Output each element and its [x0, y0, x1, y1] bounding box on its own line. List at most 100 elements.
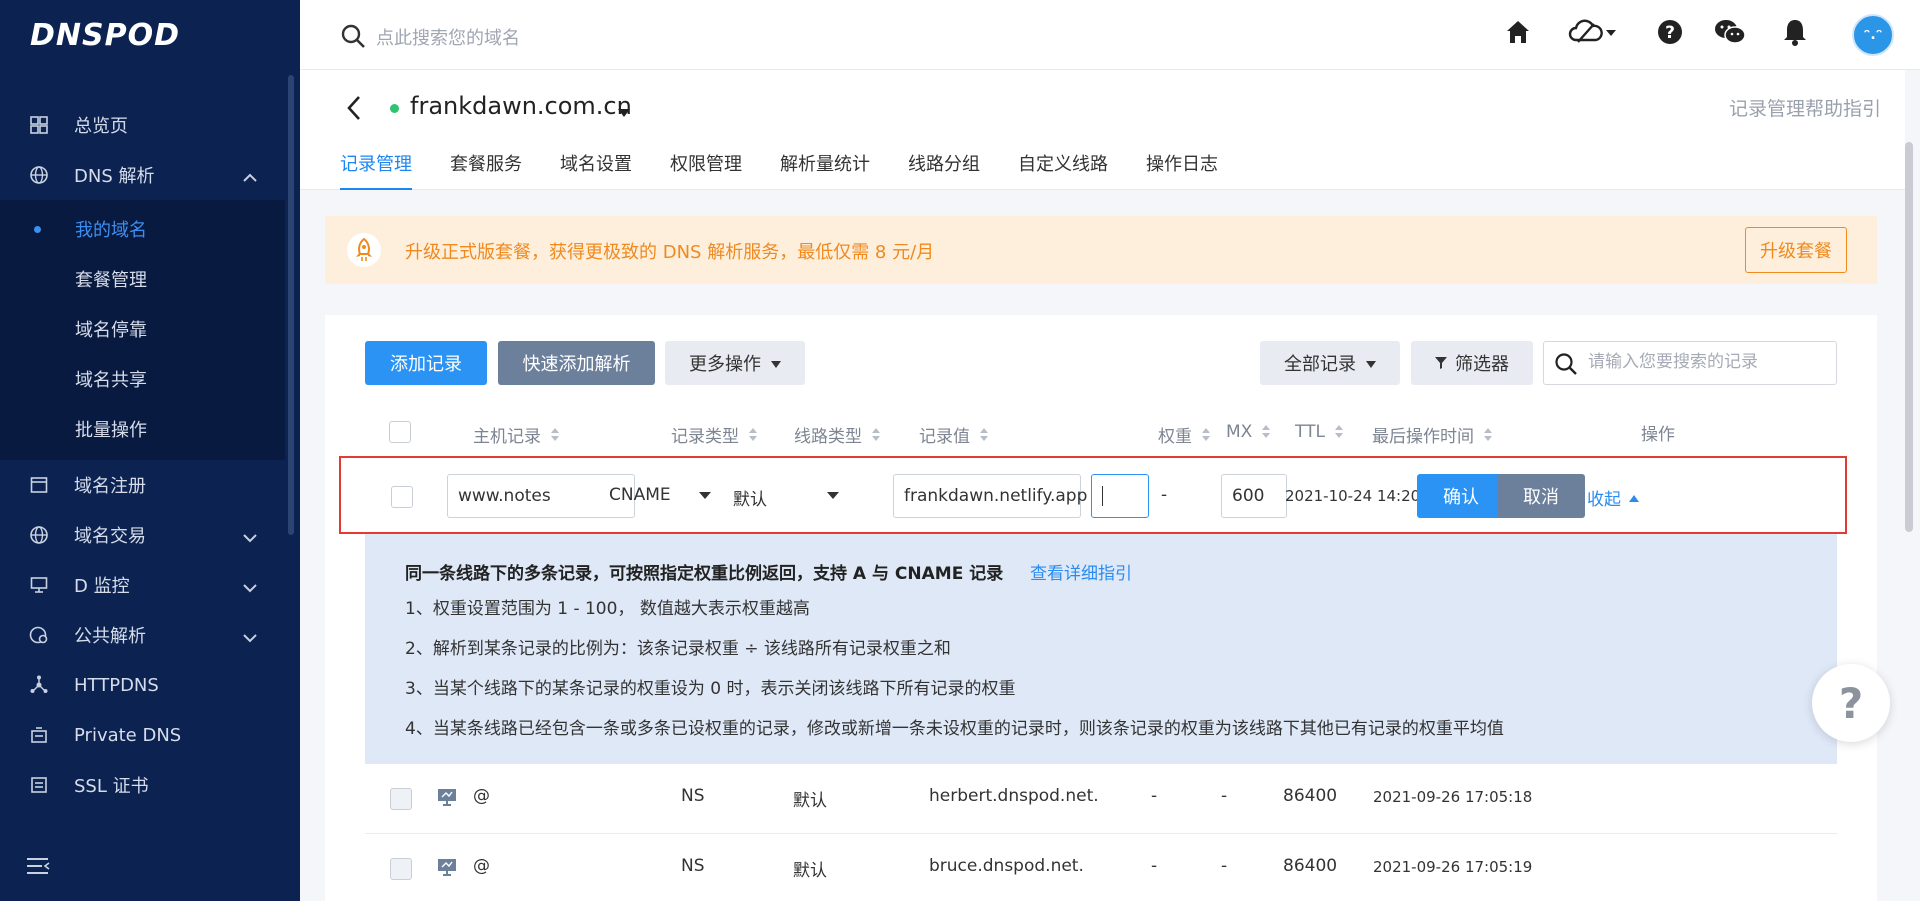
th-line[interactable]: 线路类型: [794, 422, 880, 447]
th-value[interactable]: 记录值: [919, 422, 988, 447]
ttl-field[interactable]: 600: [1221, 474, 1287, 518]
tab-records[interactable]: 记录管理: [340, 150, 412, 190]
sidebar-item-parking[interactable]: 域名停靠: [0, 304, 285, 354]
domain-search-input[interactable]: 点此搜索您的域名: [376, 24, 520, 50]
record-search-input[interactable]: [1588, 352, 1828, 372]
add-record-button[interactable]: 添加记录: [365, 341, 487, 385]
help-fab-button[interactable]: ?: [1812, 664, 1890, 742]
quick-add-button[interactable]: 快速添加解析: [498, 341, 655, 385]
topbar: 点此搜索您的域名 ? ᵔ.ᵔ: [300, 0, 1920, 70]
sidebar-item-my-domains[interactable]: 我的域名: [0, 204, 285, 254]
th-ttl[interactable]: TTL: [1295, 422, 1343, 442]
sidebar-item-batch[interactable]: 批量操作: [0, 404, 285, 454]
record-search-box: [1543, 341, 1837, 385]
row-checkbox[interactable]: [390, 788, 412, 810]
cell-weight: -: [1151, 786, 1158, 806]
tips-detail-link[interactable]: 查看详细指引: [1030, 559, 1132, 584]
sidebar-item-domain-trade[interactable]: 域名交易: [0, 510, 285, 560]
sidebar-item-public-dns[interactable]: 公共解析: [0, 610, 285, 660]
weight-field[interactable]: [1091, 474, 1149, 518]
cell-line: 默认: [793, 791, 827, 811]
th-weight-label: 权重: [1158, 427, 1192, 447]
collapse-link[interactable]: 收起: [1587, 485, 1639, 510]
table-row: @ NS 默认 bruce.dnspod.net. - - 86400 2021…: [365, 834, 1837, 901]
tab-operation-log[interactable]: 操作日志: [1146, 150, 1218, 190]
line-type-select[interactable]: 默认: [733, 485, 843, 510]
th-type[interactable]: 记录类型: [671, 422, 757, 447]
sidebar-scrollbar[interactable]: [288, 75, 294, 535]
cell-updated: 2021-09-26 17:05:18: [1373, 788, 1533, 806]
caret-down-icon: [1366, 353, 1376, 374]
search-icon[interactable]: [340, 23, 366, 54]
sort-icon: [1202, 427, 1210, 442]
filter-button[interactable]: 筛选器: [1411, 341, 1533, 385]
cancel-button[interactable]: 取消: [1497, 474, 1585, 518]
upgrade-package-button[interactable]: 升级套餐: [1745, 227, 1847, 273]
tab-domain-settings[interactable]: 域名设置: [560, 150, 632, 190]
svg-text:?: ?: [1665, 23, 1675, 43]
dnspod-logo[interactable]: DNSPOD: [30, 18, 180, 53]
collapse-menu-icon[interactable]: [26, 856, 50, 881]
sort-icon: [980, 427, 988, 442]
cell-type: NS: [681, 786, 705, 806]
caret-up-icon: [1629, 488, 1639, 508]
domain-name[interactable]: frankdawn.com.cn: [410, 92, 632, 120]
tab-stats[interactable]: 解析量统计: [780, 150, 870, 190]
calendar-icon: [28, 474, 50, 496]
sidebar-item-d-monitor[interactable]: D 监控: [0, 560, 285, 610]
sidebar-item-ssl[interactable]: SSL 证书: [0, 760, 285, 810]
record-help-link[interactable]: 记录管理帮助指引: [1729, 94, 1881, 121]
filter-label: 筛选器: [1455, 354, 1509, 375]
caret-down-icon[interactable]: [618, 102, 630, 123]
cell-mx: -: [1221, 856, 1228, 876]
record-type-select[interactable]: CNAME: [609, 485, 719, 505]
th-mx[interactable]: MX: [1226, 422, 1271, 442]
th-updated[interactable]: 最后操作时间: [1372, 422, 1492, 447]
sidebar-item-label: 批量操作: [75, 420, 147, 441]
line-type-value: 默认: [733, 490, 767, 510]
back-arrow-icon[interactable]: [346, 95, 362, 126]
row-checkbox[interactable]: [390, 858, 412, 880]
bell-icon[interactable]: [1782, 18, 1808, 51]
tab-packages[interactable]: 套餐服务: [450, 150, 522, 190]
updated-time: 2021-10-24 14:20: [1285, 487, 1421, 505]
sidebar-item-private-dns[interactable]: Private DNS: [0, 710, 285, 760]
wechat-icon[interactable]: [1714, 18, 1746, 51]
confirm-button[interactable]: 确认: [1417, 474, 1505, 518]
monitor-icon: [28, 574, 50, 596]
record-value-field[interactable]: frankdawn.netlify.app: [893, 474, 1087, 518]
cell-mx: -: [1221, 786, 1228, 806]
row-checkbox[interactable]: [391, 486, 413, 508]
globe-icon: [28, 164, 50, 186]
table-row: @ NS 默认 herbert.dnspod.net. - - 86400 20…: [365, 764, 1837, 834]
page-scrollbar[interactable]: [1905, 142, 1913, 532]
sidebar-item-dns[interactable]: DNS 解析: [0, 150, 285, 200]
tips-line: 4、当某条线路已经包含一条或多条已设权重的记录，修改或新增一条未设权重的记录时，…: [405, 719, 1504, 739]
sidebar-item-sharing[interactable]: 域名共享: [0, 354, 285, 404]
all-records-button[interactable]: 全部记录: [1260, 341, 1400, 385]
sidebar-item-httpdns[interactable]: HTTPDNS: [0, 660, 285, 710]
th-weight[interactable]: 权重: [1158, 422, 1210, 447]
home-icon[interactable]: [1504, 18, 1532, 51]
sort-icon: [1334, 425, 1343, 439]
th-updated-label: 最后操作时间: [1372, 427, 1474, 447]
more-ops-label: 更多操作: [689, 354, 761, 375]
sidebar-item-packages[interactable]: 套餐管理: [0, 254, 285, 304]
sort-icon: [872, 427, 880, 442]
select-all-checkbox[interactable]: [389, 421, 411, 443]
th-line-label: 线路类型: [794, 427, 862, 447]
sidebar-item-label: Private DNS: [74, 724, 182, 746]
th-host[interactable]: 主机记录: [473, 422, 559, 447]
cloud-dropdown-icon[interactable]: [1568, 18, 1618, 51]
host-field[interactable]: www.notes: [447, 474, 635, 518]
more-ops-button[interactable]: 更多操作: [665, 341, 805, 385]
tab-custom-lines[interactable]: 自定义线路: [1018, 150, 1108, 190]
tab-line-groups[interactable]: 线路分组: [908, 150, 980, 190]
sidebar-item-overview[interactable]: 总览页: [0, 100, 285, 150]
sidebar-item-label: HTTPDNS: [74, 674, 159, 696]
globe-icon: [28, 524, 50, 546]
help-icon[interactable]: ?: [1656, 18, 1684, 51]
avatar[interactable]: ᵔ.ᵔ: [1852, 14, 1894, 56]
sidebar-item-domain-register[interactable]: 域名注册: [0, 460, 285, 510]
tab-permissions[interactable]: 权限管理: [670, 150, 742, 190]
